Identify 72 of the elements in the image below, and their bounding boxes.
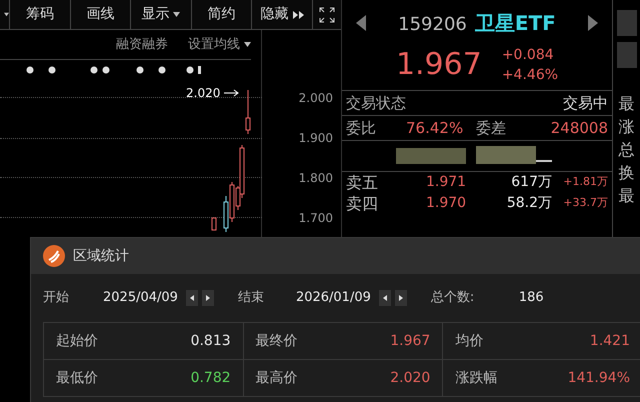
price-change: +0.084 [502, 46, 555, 64]
ask-volume: 58.2万 [506, 194, 552, 213]
side-label: 最 [618, 185, 634, 207]
chart-link[interactable]: 设置均线 [188, 34, 251, 54]
ask-price: 1.971 [426, 173, 468, 192]
stock-code: 159206 [398, 13, 467, 37]
stat-value: 0.813 [190, 332, 231, 350]
left-triangle-icon [190, 295, 194, 301]
axis-label: 2.000 [298, 90, 333, 107]
stock-name: 卫星ETF [474, 10, 556, 37]
ask-volume: 617万 [510, 173, 552, 192]
start-date: 2025/04/09 [103, 289, 178, 308]
stat-label: 最终价 [256, 332, 298, 350]
axis-label: 1.800 [298, 170, 333, 187]
caret-icon [244, 42, 251, 47]
toolbar-tab[interactable]: 简约 [192, 0, 252, 29]
current-price: 1.967 [396, 46, 482, 84]
ask-label: 卖四 [346, 192, 379, 214]
stat-value: 0.782 [190, 368, 231, 388]
ask-label: 卖五 [346, 172, 379, 194]
stat-value: 1.967 [390, 332, 430, 350]
previous-button[interactable] [186, 290, 198, 306]
ratio-label: 委比 [346, 118, 377, 139]
left-triangle-icon [382, 295, 387, 301]
toolbar-tab[interactable]: 隐藏 [252, 0, 313, 29]
start-label: 开始 [43, 289, 70, 308]
count-value: 186 [518, 289, 544, 308]
app-logo-icon [43, 245, 65, 267]
axis-label: 1.700 [298, 210, 333, 227]
diff-label: 委差 [476, 118, 506, 139]
next-button[interactable] [394, 290, 407, 306]
diff-value: 248008 [550, 118, 608, 139]
percent-change: +4.46% [502, 66, 558, 84]
ask-delta: +33.7万 [563, 195, 608, 212]
high-price-label: 2.020 [186, 85, 220, 102]
toolbar-tab[interactable]: 显示 [131, 0, 192, 29]
right-triangle-icon [206, 295, 210, 301]
previous-button[interactable] [378, 290, 391, 306]
stat-value: 1.421 [590, 332, 630, 350]
double-arrow-icon [292, 10, 304, 18]
toolbar-tab[interactable]: 筹码 [10, 0, 71, 29]
side-label: 总 [618, 139, 634, 161]
fullscreen-icon [318, 6, 335, 22]
caret-icon [4, 12, 9, 17]
next-button[interactable] [202, 290, 214, 306]
ask-delta: +1.81万 [563, 174, 608, 190]
ratio-value: 76.42% [406, 118, 464, 139]
ask-price: 1.970 [426, 194, 468, 213]
end-date: 2026/01/09 [296, 289, 371, 308]
side-label: 最 [618, 93, 634, 115]
stat-label: 最低价 [56, 368, 98, 388]
stat-label: 均价 [455, 332, 484, 350]
left-arrow-icon[interactable] [356, 15, 366, 31]
side-label: 涨 [618, 116, 634, 138]
right-triangle-icon [398, 295, 403, 301]
side-label: 换 [618, 162, 634, 184]
axis-label: 1.900 [298, 130, 333, 147]
stat-label: 最高价 [256, 368, 298, 388]
end-label: 结束 [238, 289, 265, 308]
chart-link[interactable]: 融资融券 [116, 34, 168, 54]
status-label: 交易状态 [346, 92, 406, 114]
stat-label: 涨跌幅 [455, 368, 498, 388]
stat-value: 141.94% [568, 368, 630, 388]
stat-label: 起始价 [56, 332, 98, 350]
dialog-title: 区域统计 [73, 246, 129, 266]
stat-value: 2.020 [390, 368, 430, 388]
toolbar-tab[interactable]: 画线 [70, 0, 132, 29]
right-arrow-icon[interactable] [588, 15, 598, 31]
right-arrow-icon [224, 89, 240, 97]
caret-icon [173, 12, 180, 17]
count-label: 总个数: [430, 289, 476, 308]
status-value: 交易中 [563, 92, 608, 114]
